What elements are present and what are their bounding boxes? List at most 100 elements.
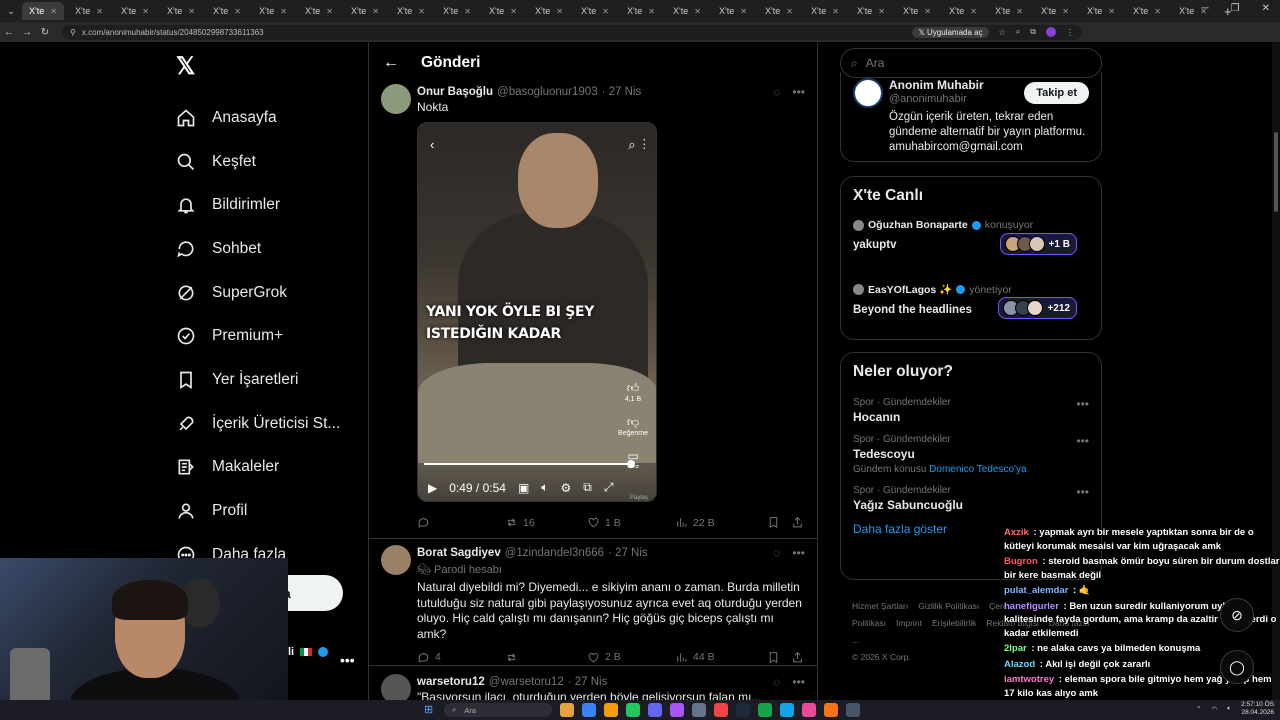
close-icon[interactable]: ✕	[464, 7, 471, 16]
views-button[interactable]: 22 B	[675, 516, 767, 529]
account-switcher[interactable]: li	[288, 646, 329, 658]
tweet-author-name[interactable]: Borat Sagdiyev	[417, 547, 501, 559]
pip-icon[interactable]: ⧉	[583, 480, 592, 495]
tweet[interactable]: Onur Başoğlu @basogluonur1903 · 27 Nis ◌…	[369, 84, 817, 540]
browser-tab[interactable]: X'te ✕	[252, 2, 294, 20]
bookmark-button[interactable]	[767, 651, 791, 664]
trend-link[interactable]: Domenico Tedesco'ya	[929, 464, 1026, 475]
video-dislike-button[interactable]: 👎︎ Beğenme	[618, 415, 648, 437]
like-button[interactable]: 1 B	[587, 516, 675, 529]
video-like-button[interactable]: 👍︎ 4,1 B	[625, 381, 641, 403]
fullscreen-icon[interactable]: ⤢	[604, 480, 614, 495]
close-icon[interactable]: ✕	[188, 7, 195, 16]
profile-avatar[interactable]	[1046, 27, 1056, 37]
taskbar-app-icon[interactable]	[670, 703, 684, 717]
taskbar-app-icon[interactable]	[736, 703, 750, 717]
trend-item[interactable]: Spor · Gündemdekiler Yağız Sabuncuoğlu •••	[853, 485, 1089, 512]
browser-tab[interactable]: X'te ✕	[390, 2, 432, 20]
sidebar-item-verified[interactable]: Premium+	[176, 314, 356, 358]
tweet[interactable]: Borat Sagdiyev @1zindandel3n666 · 27 Nis…	[369, 539, 817, 665]
browser-tab[interactable]: X'te ✕	[1034, 2, 1076, 20]
browser-tab[interactable]: X'te ✕	[114, 2, 156, 20]
browser-tab[interactable]: X'te ✕	[988, 2, 1030, 20]
avatar[interactable]	[381, 545, 411, 575]
sidebar-item-grok[interactable]: SuperGrok	[176, 271, 356, 315]
taskbar-app-icon[interactable]	[692, 703, 706, 717]
avatar[interactable]	[853, 78, 883, 108]
zoom-icon[interactable]: ⌕	[1016, 27, 1020, 37]
share-button[interactable]	[791, 516, 804, 529]
more-icon[interactable]: •••	[1076, 434, 1089, 448]
close-icon[interactable]: ✕	[740, 7, 747, 16]
profile-handle[interactable]: @anonimuhabir	[889, 93, 967, 105]
footer-link[interactable]: Hizmet Şartları	[852, 601, 908, 611]
back-arrow-icon[interactable]: ←	[383, 54, 399, 72]
close-icon[interactable]: ✕	[786, 7, 793, 16]
video-back-icon[interactable]: ‹	[430, 137, 434, 153]
browser-tab[interactable]: X'te ✕	[298, 2, 340, 20]
browser-tab[interactable]: X'te ✕	[528, 2, 570, 20]
taskbar-app-icon[interactable]	[582, 703, 596, 717]
browser-tab[interactable]: X'te ✕	[896, 2, 938, 20]
browser-tab[interactable]: X'te ✕	[758, 2, 800, 20]
close-icon[interactable]: ✕	[1062, 7, 1069, 16]
browser-tab[interactable]: X'te ✕	[804, 2, 846, 20]
tray-chevron-icon[interactable]: ⌃	[1196, 705, 1201, 713]
browser-tab[interactable]: X'te ✕	[666, 2, 708, 20]
bookmark-button[interactable]	[767, 516, 791, 529]
video-progress-knob[interactable]	[626, 459, 635, 468]
close-icon[interactable]: ✕	[1154, 7, 1161, 16]
tweet-date[interactable]: · 27 Nis	[608, 547, 648, 559]
more-icon[interactable]: •••	[1076, 485, 1089, 499]
more-icon[interactable]: •••	[792, 546, 805, 560]
wifi-icon[interactable]: ◠	[1212, 705, 1218, 713]
views-button[interactable]: 44 B	[675, 651, 767, 664]
footer-link[interactable]: Gizlilik Politikası	[918, 601, 979, 611]
follow-button[interactable]: Takip et	[1024, 82, 1089, 104]
live-item[interactable]: Oğuzhan Bonaparte konuşuyor yakuptv +1 B	[853, 219, 1089, 283]
browser-tab[interactable]: X'te ✕	[1080, 2, 1122, 20]
taskbar-app-icon[interactable]	[846, 703, 860, 717]
browser-tab[interactable]: X'te ✕	[574, 2, 616, 20]
sidebar-item-bookmark[interactable]: Yer İşaretleri	[176, 358, 356, 402]
tweet-author-name[interactable]: Onur Başoğlu	[417, 86, 493, 98]
taskbar-app-icon[interactable]	[714, 703, 728, 717]
taskbar-app-icon[interactable]	[824, 703, 838, 717]
tweet-date[interactable]: · 27 Nis	[602, 86, 642, 98]
close-icon[interactable]: ✕	[234, 7, 241, 16]
browser-tab[interactable]: X'te ✕	[482, 2, 524, 20]
sidebar-item-bell[interactable]: Bildirimler	[176, 183, 356, 227]
close-window-icon[interactable]: ✕	[1262, 3, 1270, 14]
live-item[interactable]: EasYOfLagos ✨ yönetiyor Beyond the headlin…	[853, 283, 1089, 347]
grok-icon[interactable]: ◌	[773, 675, 780, 689]
trend-item[interactable]: Spor · Gündemdekiler Tedescoyu ••• Gündem k…	[853, 434, 1089, 475]
live-listeners-pill[interactable]: +1 B	[999, 233, 1077, 255]
forward-icon[interactable]: →	[18, 27, 36, 38]
close-icon[interactable]: ✕	[280, 7, 287, 16]
close-icon[interactable]: ✕	[878, 7, 885, 16]
tweet-author-handle[interactable]: @warsetoru12	[489, 676, 564, 688]
taskbar-app-icon[interactable]	[758, 703, 772, 717]
close-icon[interactable]: ✕	[1016, 7, 1023, 16]
settings-icon[interactable]: ⚙	[561, 481, 572, 495]
close-icon[interactable]: ✕	[50, 7, 57, 16]
taskbar-app-icon[interactable]	[626, 703, 640, 717]
close-icon[interactable]: ✕	[372, 7, 379, 16]
footer-link[interactable]: Erişilebilirlik	[932, 618, 976, 628]
browser-tab[interactable]: X'te ✕	[160, 2, 202, 20]
browser-tab[interactable]: X'te ✕	[712, 2, 754, 20]
browser-tab-active[interactable]: X'te ✕	[22, 2, 64, 20]
taskbar-app-icon[interactable]	[648, 703, 662, 717]
close-icon[interactable]: ✕	[142, 7, 149, 16]
close-icon[interactable]: ✕	[1108, 7, 1115, 16]
tweet-author-name[interactable]: warsetoru12	[417, 676, 485, 688]
browser-tab[interactable]: X'te ✕	[620, 2, 662, 20]
browser-tab[interactable]: X'te ✕	[436, 2, 478, 20]
back-icon[interactable]: ←	[0, 27, 18, 38]
sidebar-item-home[interactable]: Anasayfa	[176, 96, 356, 140]
grok-icon[interactable]: ◌	[773, 85, 780, 99]
taskbar-search[interactable]: ⌕ Ara	[444, 703, 552, 717]
more-options-icon[interactable]: •••	[340, 652, 355, 668]
reply-button[interactable]	[417, 516, 505, 529]
restore-icon[interactable]: ❐	[1231, 3, 1240, 14]
